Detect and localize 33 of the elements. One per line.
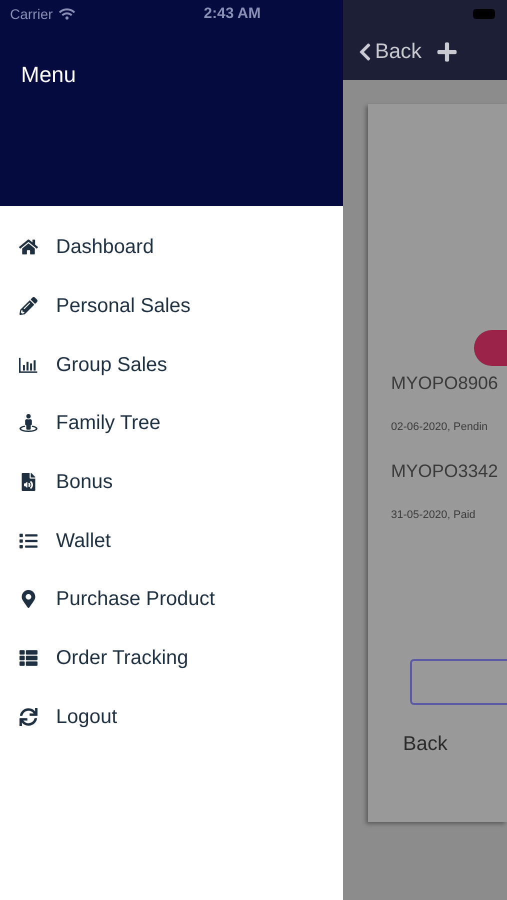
- back-label[interactable]: Back: [403, 729, 448, 759]
- status-pill: [474, 330, 507, 366]
- menu-item[interactable]: Wallet: [0, 511, 343, 570]
- order-detail: 31-05-2020, Paid: [391, 508, 476, 522]
- drawer-title: Menu: [21, 61, 76, 89]
- menu-item[interactable]: Logout: [0, 688, 343, 746]
- menu-item[interactable]: Group Sales: [0, 335, 343, 394]
- battery-icon: [473, 9, 495, 19]
- carrier-label: Carrier: [10, 4, 53, 24]
- add-icon[interactable]: [436, 41, 458, 63]
- house-icon: [19, 238, 38, 256]
- pencil-icon: [19, 297, 38, 316]
- order-number: MYOPO8906: [391, 372, 500, 395]
- menu-item[interactable]: Dashboard: [0, 218, 343, 277]
- back-button[interactable]: Back: [357, 36, 422, 68]
- order-number: MYOPO3342: [391, 460, 500, 482]
- order-detail: 02-06-2020, Pendin: [391, 420, 489, 435]
- menu-item[interactable]: Order Tracking: [0, 628, 343, 688]
- audio-file-icon: [19, 473, 38, 492]
- menu-item[interactable]: Personal Sales: [0, 276, 343, 336]
- menu-item[interactable]: Purchase Product: [0, 570, 343, 629]
- status-time: 2:43 AM: [204, 4, 261, 24]
- map-pin-icon: [19, 590, 38, 608]
- refresh-icon: [19, 708, 38, 726]
- input-field[interactable]: [410, 659, 507, 705]
- person-icon: [19, 414, 38, 432]
- wifi-icon: [58, 7, 75, 21]
- menu-item[interactable]: Family Tree: [0, 394, 343, 453]
- list-icon: [19, 649, 38, 668]
- bar-chart-icon: [19, 356, 38, 374]
- list-icon: [19, 532, 38, 550]
- menu-item[interactable]: Bonus: [0, 452, 343, 512]
- chevron-left-icon: [357, 42, 373, 62]
